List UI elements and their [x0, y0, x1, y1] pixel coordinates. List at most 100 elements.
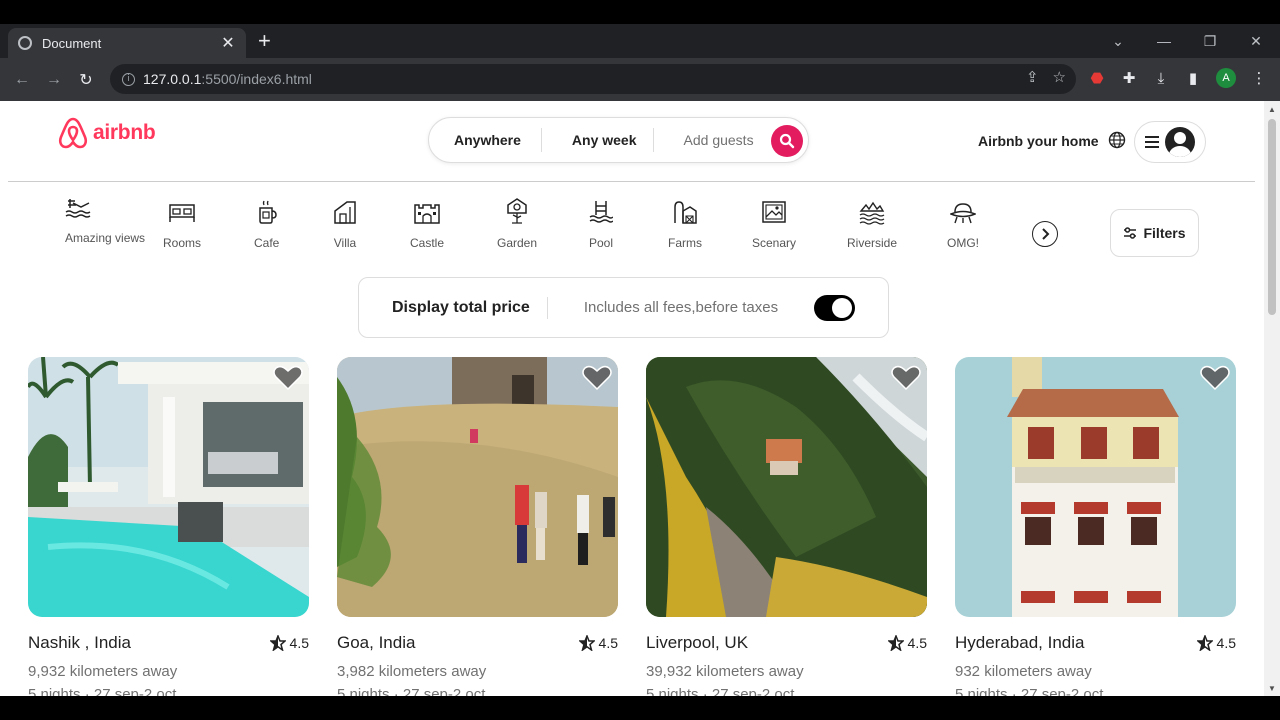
category-label: Cafe: [254, 236, 280, 250]
ufo-house-icon: [950, 203, 976, 224]
listing-distance: 9,932 kilometers away: [28, 663, 178, 680]
category-garden[interactable]: Garden: [497, 189, 537, 251]
category-omg[interactable]: OMG!: [947, 189, 979, 251]
search-icon: [779, 133, 795, 149]
listing-card[interactable]: Goa, India 4.5 3,982 kilometers away 5 n…: [337, 357, 618, 696]
scroll-down-icon[interactable]: ▼: [1268, 684, 1276, 693]
extension-shield-icon[interactable]: ⬣: [1088, 69, 1106, 87]
listing-rating: 4.5: [269, 635, 309, 651]
site-info-icon[interactable]: i: [122, 72, 135, 86]
tab-search-icon[interactable]: ⌄: [1106, 33, 1130, 50]
listing-dates: 5 nights · 27 sep-2 oct: [955, 686, 1104, 696]
category-label: Farms: [668, 236, 702, 250]
total-price-note: Includes all fees,before taxes: [583, 299, 779, 316]
listing-place: Liverpool, UK: [646, 633, 749, 652]
category-villa[interactable]: Villa: [333, 189, 357, 251]
heart-icon[interactable]: [891, 363, 921, 391]
category-bar: Amazing views Rooms Cafe Villa Castle Ga…: [0, 189, 1264, 269]
goa-hill-photo: [337, 357, 618, 617]
bed-icon: [169, 204, 195, 222]
scroll-up-icon[interactable]: ▲: [1268, 105, 1276, 114]
listing-card[interactable]: Hyderabad, India 4.5 932 kilometers away…: [955, 357, 1236, 696]
heart-icon[interactable]: [273, 363, 303, 391]
tab-title: Document: [42, 35, 102, 51]
listing-dates: 5 nights · 27 sep-2 oct: [28, 686, 177, 696]
sliders-icon: [1124, 227, 1137, 239]
browser-tab[interactable]: Document ✕: [8, 28, 246, 58]
category-next-button[interactable]: [1032, 221, 1058, 247]
address-bar[interactable]: i 127.0.0.1:5500/index6.html ⇪ ☆: [110, 64, 1076, 94]
listing-card[interactable]: Nashik , India 4.5 9,932 kilometers away…: [28, 357, 309, 696]
hamburger-icon: [1145, 136, 1159, 148]
category-label: OMG!: [947, 236, 979, 250]
airbnb-logo[interactable]: airbnb: [57, 116, 156, 150]
scrollbar-thumb[interactable]: [1268, 119, 1276, 315]
screen-top-bar: [0, 0, 1280, 24]
category-rooms[interactable]: Rooms: [163, 189, 201, 251]
forward-icon[interactable]: →: [38, 71, 70, 89]
menu-kebab-icon[interactable]: ⋮: [1250, 69, 1268, 87]
total-price-label: Display total price: [359, 296, 548, 319]
listing-photo[interactable]: [28, 357, 309, 617]
share-icon[interactable]: ⇪: [1026, 68, 1039, 86]
category-castle[interactable]: Castle: [410, 189, 444, 251]
star-icon: [1196, 635, 1213, 651]
reload-icon[interactable]: ↻: [70, 70, 102, 90]
listing-photo[interactable]: [955, 357, 1236, 617]
listing-rating: 4.5: [578, 635, 618, 651]
category-label: Castle: [410, 236, 445, 250]
category-riverside[interactable]: Riverside: [847, 189, 897, 251]
airbnb-your-home-link[interactable]: Airbnb your home: [978, 133, 1099, 149]
category-cafe[interactable]: Cafe: [254, 189, 279, 251]
minimize-icon[interactable]: —: [1152, 33, 1176, 49]
download-icon[interactable]: ⤓: [1152, 70, 1170, 87]
user-menu-button[interactable]: [1134, 121, 1206, 163]
close-tab-icon[interactable]: ✕: [220, 33, 236, 53]
search-anywhere[interactable]: Anywhere: [429, 128, 542, 152]
heart-icon[interactable]: [1200, 363, 1230, 391]
house-icon: [334, 201, 356, 224]
page-viewport: airbnb Anywhere Any week Add guests Airb…: [0, 101, 1264, 696]
globe-icon: [18, 36, 32, 50]
rating-value: 4.5: [1216, 635, 1236, 651]
extensions-puzzle-icon[interactable]: ✚: [1120, 69, 1138, 87]
bookmark-star-icon[interactable]: ☆: [1053, 68, 1066, 86]
search-bar[interactable]: Anywhere Any week Add guests: [428, 117, 809, 163]
category-farms[interactable]: Farms: [668, 189, 702, 251]
category-label: Riverside: [847, 236, 898, 250]
new-tab-button[interactable]: +: [258, 30, 271, 52]
heart-icon[interactable]: [582, 363, 612, 391]
listing-distance: 932 kilometers away: [955, 663, 1092, 680]
listing-rating: 4.5: [1196, 635, 1236, 651]
listing-photo[interactable]: [337, 357, 618, 617]
star-icon: [269, 635, 286, 651]
category-scenary[interactable]: Scenary: [752, 189, 796, 251]
category-label: Rooms: [163, 236, 202, 250]
star-icon: [578, 635, 595, 651]
category-amazing-views[interactable]: Amazing views: [65, 189, 145, 246]
listing-card[interactable]: Liverpool, UK 4.5 39,932 kilometers away…: [646, 357, 927, 696]
category-label: Pool: [589, 236, 614, 250]
category-label: Amazing views: [65, 231, 146, 245]
listing-place: Nashik , India: [28, 633, 131, 652]
profile-avatar[interactable]: A: [1216, 68, 1236, 88]
search-button[interactable]: [771, 125, 803, 157]
search-add-guests[interactable]: Add guests: [654, 128, 774, 152]
listing-photo[interactable]: [646, 357, 927, 617]
search-any-week[interactable]: Any week: [542, 128, 654, 152]
side-panel-icon[interactable]: ▮: [1184, 69, 1202, 87]
back-icon[interactable]: ←: [6, 71, 38, 89]
restore-icon[interactable]: ❐: [1198, 33, 1222, 50]
close-window-icon[interactable]: ✕: [1244, 33, 1268, 50]
browser-tabstrip: Document ✕ + ⌄ — ❐ ✕: [0, 24, 1280, 58]
page-scrollbar[interactable]: ▲ ▼: [1264, 101, 1280, 696]
category-pool[interactable]: Pool: [589, 189, 613, 251]
extensions-area: ⬣ ✚ ⤓ ▮ A ⋮: [1088, 68, 1268, 88]
filters-button[interactable]: Filters: [1110, 209, 1199, 257]
pool-icon: [589, 201, 614, 223]
url-path: :5500/index6.html: [201, 71, 312, 87]
listing-dates: 5 nights · 27 sep-2 oct: [337, 686, 486, 696]
globe-language-icon[interactable]: [1108, 131, 1126, 149]
total-price-toggle[interactable]: [814, 295, 855, 321]
rating-value: 4.5: [598, 635, 618, 651]
